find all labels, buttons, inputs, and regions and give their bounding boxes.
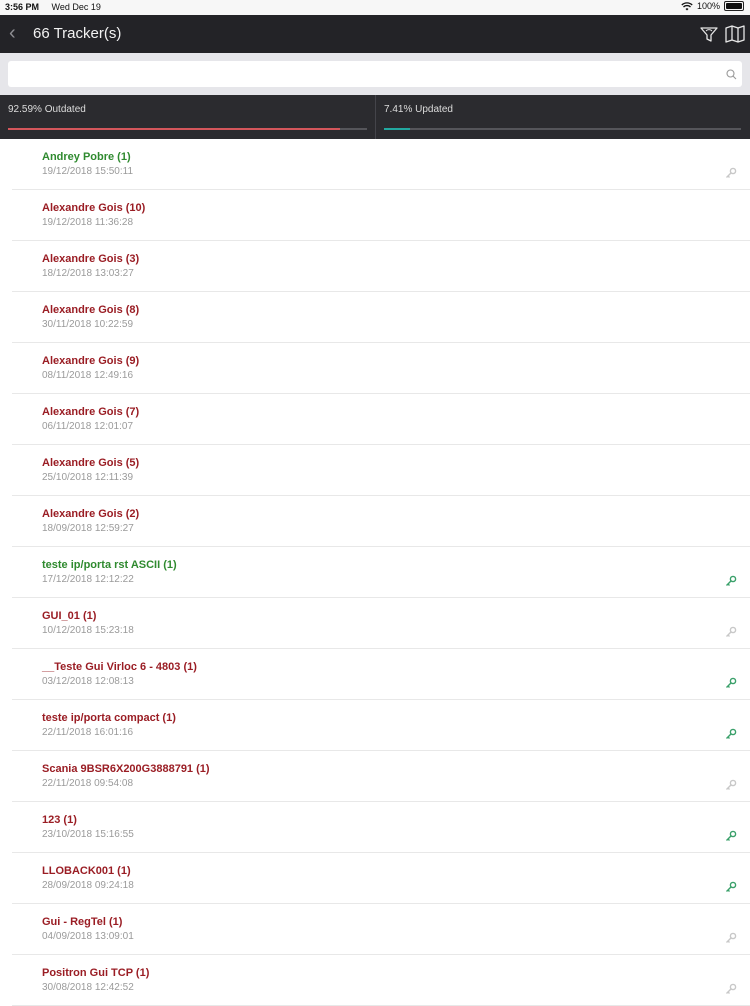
key-icon — [726, 167, 737, 178]
wifi-icon — [681, 1, 693, 10]
tracker-name: Alexandre Gois (10) — [42, 202, 146, 214]
tracker-timestamp: 23/10/2018 15:16:55 — [42, 829, 134, 840]
key-icon — [726, 779, 737, 790]
status-bar: 3:56 PM Wed Dec 19 100% — [0, 0, 750, 15]
battery-percent: 100% — [696, 1, 720, 11]
tracker-timestamp: 08/11/2018 12:49:16 — [42, 370, 134, 381]
tracker-row[interactable]: Alexandre Gois (8) 30/11/2018 10:22:59 — [12, 292, 750, 343]
tracker-name: GUI_01 (1) — [42, 610, 97, 622]
key-icon — [726, 575, 737, 586]
tracker-timestamp: 22/11/2018 16:01:16 — [42, 727, 134, 738]
tracker-name: Alexandre Gois (3) — [42, 253, 140, 265]
outdated-progress-fill — [8, 128, 341, 130]
tracker-row[interactable]: Alexandre Gois (9) 08/11/2018 12:49:16 — [12, 343, 750, 394]
nav-bar: ‹ 66 Tracker(s) — [0, 15, 750, 53]
tracker-row[interactable]: Alexandre Gois (7) 06/11/2018 12:01:07 — [12, 394, 750, 445]
key-icon — [726, 677, 737, 688]
key-icon — [726, 830, 737, 841]
tracker-timestamp: 30/08/2018 12:42:52 — [42, 982, 134, 993]
tracker-name: Andrey Pobre (1) — [42, 151, 131, 163]
outdated-stat[interactable]: 92.59% Outdated — [0, 95, 374, 139]
updated-progress-fill — [384, 128, 411, 130]
tracker-timestamp: 19/12/2018 15:50:11 — [42, 166, 134, 177]
tracker-row[interactable]: Gui - RegTel (1) 04/09/2018 13:09:01 — [12, 904, 750, 955]
tracker-timestamp: 18/12/2018 13:03:27 — [42, 268, 134, 279]
tracker-row[interactable]: Positron Gui TCP (1) 30/08/2018 12:42:52 — [12, 955, 750, 1006]
tracker-row[interactable]: Alexandre Gois (5) 25/10/2018 12:11:39 — [12, 445, 750, 496]
tracker-name: Scania 9BSR6X200G3888791 (1) — [42, 763, 210, 775]
updated-stat[interactable]: 7.41% Updated — [375, 95, 750, 139]
tracker-row[interactable]: GUI_01 (1) 10/12/2018 15:23:18 — [12, 598, 750, 649]
tracker-row[interactable]: teste ip/porta rst ASCII (1) 17/12/2018 1… — [12, 547, 750, 598]
map-icon[interactable] — [725, 25, 745, 43]
tracker-timestamp: 30/11/2018 10:22:59 — [42, 319, 134, 330]
tracker-row[interactable]: Alexandre Gois (2) 18/09/2018 12:59:27 — [12, 496, 750, 547]
search-icon — [726, 69, 737, 80]
filter-wifi-icon[interactable] — [700, 25, 718, 43]
tracker-timestamp: 22/11/2018 09:54:08 — [42, 778, 134, 789]
updated-progress-track — [384, 128, 741, 130]
key-icon — [726, 932, 737, 943]
tracker-name: teste ip/porta rst ASCII (1) — [42, 559, 177, 571]
tracker-name: teste ip/porta compact (1) — [42, 712, 176, 724]
status-time: 3:56 PM — [5, 2, 40, 12]
outdated-label: 92.59% Outdated — [8, 104, 86, 115]
tracker-timestamp: 25/10/2018 12:11:39 — [42, 472, 134, 483]
tracker-name: __Teste Gui Virloc 6 - 4803 (1) — [42, 661, 197, 673]
stats-bar: 92.59% Outdated 7.41% Updated — [0, 95, 750, 139]
tracker-timestamp: 10/12/2018 15:23:18 — [42, 625, 134, 636]
tracker-row[interactable]: 123 (1) 23/10/2018 15:16:55 — [12, 802, 750, 853]
updated-label: 7.41% Updated — [384, 104, 453, 115]
key-icon — [726, 728, 737, 739]
tracker-timestamp: 18/09/2018 12:59:27 — [42, 523, 134, 534]
tracker-timestamp: 04/09/2018 13:09:01 — [42, 931, 134, 942]
tracker-name: LLOBACK001 (1) — [42, 865, 131, 877]
tracker-row[interactable]: Alexandre Gois (3) 18/12/2018 13:03:27 — [12, 241, 750, 292]
tracker-timestamp: 28/09/2018 09:24:18 — [42, 880, 134, 891]
tracker-name: 123 (1) — [42, 814, 77, 826]
tracker-name: Alexandre Gois (7) — [42, 406, 140, 418]
tracker-timestamp: 03/12/2018 12:08:13 — [42, 676, 134, 687]
search-bar — [0, 53, 750, 95]
tracker-timestamp: 06/11/2018 12:01:07 — [42, 421, 134, 432]
tracker-row[interactable]: teste ip/porta compact (1) 22/11/2018 16:… — [12, 700, 750, 751]
tracker-row[interactable]: LLOBACK001 (1) 28/09/2018 09:24:18 — [12, 853, 750, 904]
key-icon — [726, 626, 737, 637]
tracker-name: Alexandre Gois (8) — [42, 304, 140, 316]
tracker-row[interactable]: Andrey Pobre (1) 19/12/2018 15:50:11 — [12, 139, 750, 190]
tracker-row[interactable]: Scania 9BSR6X200G3888791 (1) 22/11/2018 0… — [12, 751, 750, 802]
tracker-list: Andrey Pobre (1) 19/12/2018 15:50:11 Alexa… — [0, 139, 750, 1006]
tracker-timestamp: 19/12/2018 11:36:28 — [42, 217, 134, 228]
battery-icon — [724, 1, 744, 11]
tracker-row[interactable]: Alexandre Gois (10) 19/12/2018 11:36:28 — [12, 190, 750, 241]
tracker-name: Alexandre Gois (5) — [42, 457, 140, 469]
status-date: Wed Dec 19 — [51, 2, 101, 12]
search-input[interactable] — [8, 61, 742, 87]
tracker-name: Alexandre Gois (2) — [42, 508, 140, 520]
back-chevron-icon[interactable]: ‹ — [9, 23, 16, 43]
tracker-row[interactable]: __Teste Gui Virloc 6 - 4803 (1) 03/12/201… — [12, 649, 750, 700]
page-title: 66 Tracker(s) — [33, 25, 122, 42]
tracker-name: Positron Gui TCP (1) — [42, 967, 150, 979]
tracker-name: Alexandre Gois (9) — [42, 355, 140, 367]
tracker-timestamp: 17/12/2018 12:12:22 — [42, 574, 134, 585]
tracker-name: Gui - RegTel (1) — [42, 916, 123, 928]
outdated-progress-track — [8, 128, 367, 130]
key-icon — [726, 881, 737, 892]
key-icon — [726, 983, 737, 994]
